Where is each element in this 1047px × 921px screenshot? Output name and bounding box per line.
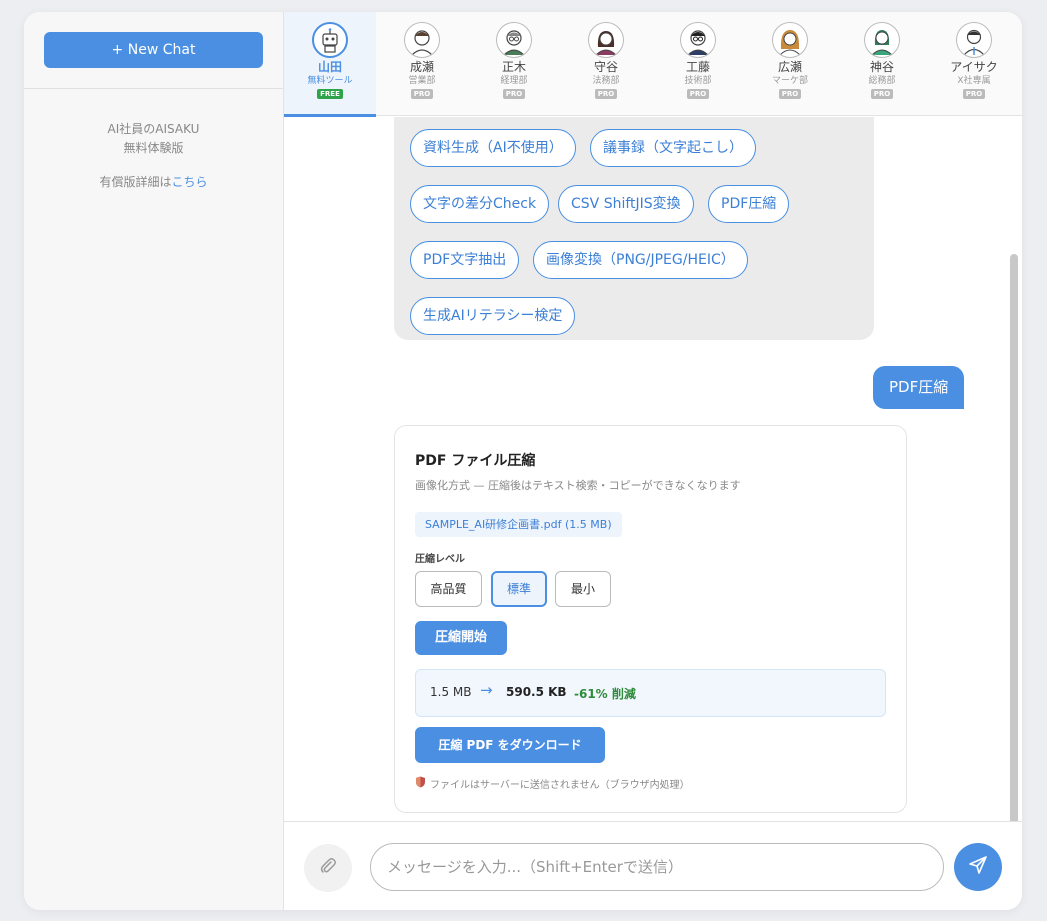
chat-area: 資料生成（AI不使用） 議事録（文字起こし） 文字の差分Check CSV Sh… — [284, 117, 1022, 821]
tab-agent-6[interactable]: 神谷 総務部 PRO — [836, 12, 928, 116]
tab-name: 正木 — [501, 60, 526, 74]
card-subtitle: 画像化方式 — 圧縮後はテキスト検索・コピーができなくなります — [415, 479, 741, 492]
tool-chip[interactable]: 議事録（文字起こし） — [590, 129, 756, 167]
product-name: AI社員のAISAKU — [107, 122, 200, 136]
send-button[interactable] — [954, 843, 1002, 891]
composer — [284, 821, 1022, 910]
tab-name: 神谷 — [869, 60, 894, 74]
pdf-compress-card: PDF ファイル圧縮 画像化方式 — 圧縮後はテキスト検索・コピーができなくなり… — [394, 425, 907, 813]
tab-badge: PRO — [594, 89, 618, 99]
tab-dept: X社専属 — [957, 76, 991, 86]
tool-chip[interactable]: PDF文字抽出 — [410, 241, 520, 279]
main-panel: 山田 無料ツール FREE 成瀬 営業部 PRO 正木 経理部 PRO 守谷 法… — [284, 12, 1022, 910]
tool-chip[interactable]: 画像変換（PNG/JPEG/HEIC） — [533, 241, 748, 279]
product-info: AI社員のAISAKU 無料体験版 — [24, 120, 283, 158]
shield-icon — [415, 776, 426, 791]
tab-dept: マーケ部 — [771, 76, 808, 86]
tab-agent-4[interactable]: 工藤 技術部 PRO — [652, 12, 744, 116]
tab-agent-3[interactable]: 守谷 法務部 PRO — [560, 12, 652, 116]
bot-message: 資料生成（AI不使用） 議事録（文字起こし） 文字の差分Check CSV Sh… — [394, 117, 874, 340]
compression-result: 1.5 MB → 590.5 KB -61% 削減 — [415, 669, 886, 717]
tab-dept: 総務部 — [868, 76, 896, 86]
tab-dept: 無料ツール — [307, 76, 353, 86]
start-compress-button[interactable]: 圧縮開始 — [415, 621, 507, 655]
tab-dept: 法務部 — [592, 76, 620, 86]
chat-scrollbar[interactable] — [1010, 254, 1018, 830]
level-high-quality-button[interactable]: 高品質 — [415, 571, 482, 607]
tab-badge: FREE — [317, 89, 343, 99]
card-title: PDF ファイル圧縮 — [415, 453, 536, 469]
level-label: 圧縮レベル — [415, 554, 465, 565]
person-avatar-icon — [680, 22, 716, 58]
tab-agent-7[interactable]: アイサク X社専属 PRO — [928, 12, 1020, 116]
tab-agent-2[interactable]: 正木 経理部 PRO — [468, 12, 560, 116]
tab-name: 成瀬 — [409, 60, 434, 74]
tab-agent-1[interactable]: 成瀬 営業部 PRO — [376, 12, 468, 116]
tab-name: 広瀬 — [777, 60, 802, 74]
tool-chip[interactable]: PDF圧縮 — [708, 185, 790, 223]
file-chip: SAMPLE_AI研修企画書.pdf (1.5 MB) — [415, 512, 622, 537]
person-avatar-icon — [496, 22, 532, 58]
tab-badge: PRO — [962, 89, 986, 99]
tab-badge: PRO — [778, 89, 802, 99]
level-standard-button[interactable]: 標準 — [491, 571, 547, 607]
sidebar-divider — [24, 88, 283, 89]
reduction-percent: -61% 削減 — [574, 687, 636, 701]
privacy-notice-text: ファイルはサーバーに送信されません（ブラウザ内処理） — [430, 780, 690, 791]
tab-dept: 技術部 — [684, 76, 712, 86]
send-icon — [968, 855, 988, 879]
new-chat-button[interactable]: + New Chat — [44, 32, 263, 68]
robot-avatar-icon — [312, 22, 348, 58]
tab-dept: 営業部 — [408, 76, 436, 86]
download-button[interactable]: 圧縮 PDF をダウンロード — [415, 727, 605, 763]
tab-dept: 経理部 — [500, 76, 528, 86]
person-avatar-icon — [588, 22, 624, 58]
sidebar: + New Chat AI社員のAISAKU 無料体験版 有償版詳細はこちら — [24, 12, 284, 910]
product-edition: 無料体験版 — [123, 141, 184, 155]
privacy-notice: ファイルはサーバーに送信されません（ブラウザ内処理） — [415, 776, 690, 791]
tool-chip[interactable]: 生成AIリテラシー検定 — [410, 297, 576, 335]
agent-tabs: 山田 無料ツール FREE 成瀬 営業部 PRO 正木 経理部 PRO 守谷 法… — [284, 12, 1022, 117]
tool-chip[interactable]: 文字の差分Check — [410, 185, 550, 223]
tab-name: 工藤 — [685, 60, 710, 74]
tab-agent-0[interactable]: 山田 無料ツール FREE — [284, 12, 376, 117]
person-avatar-icon — [864, 22, 900, 58]
person-avatar-icon — [404, 22, 440, 58]
tab-badge: PRO — [870, 89, 894, 99]
paid-version-text: 有償版詳細は — [99, 175, 172, 189]
tab-name: アイサク — [950, 60, 998, 74]
level-minimum-button[interactable]: 最小 — [555, 571, 611, 607]
paid-version-info: 有償版詳細はこちら — [24, 173, 283, 190]
tab-name: 山田 — [317, 60, 342, 74]
paperclip-icon — [318, 856, 338, 880]
size-before: 1.5 MB — [430, 685, 472, 699]
app-window: + New Chat AI社員のAISAKU 無料体験版 有償版詳細はこちら 山… — [24, 12, 1022, 910]
message-input[interactable] — [370, 843, 944, 891]
attach-button[interactable] — [304, 844, 352, 892]
tool-chip[interactable]: CSV ShiftJIS変換 — [558, 185, 694, 223]
tab-agent-5[interactable]: 広瀬 マーケ部 PRO — [744, 12, 836, 116]
tool-chip[interactable]: 資料生成（AI不使用） — [410, 129, 576, 167]
person-avatar-icon — [772, 22, 808, 58]
paid-version-link[interactable]: こちら — [172, 175, 208, 189]
user-message: PDF圧縮 — [873, 366, 965, 409]
tab-badge: PRO — [502, 89, 526, 99]
tab-badge: PRO — [686, 89, 710, 99]
tab-badge: PRO — [410, 89, 434, 99]
tab-name: 守谷 — [593, 60, 618, 74]
person-avatar-icon — [956, 22, 992, 58]
size-after: 590.5 KB — [506, 685, 567, 699]
arrow-right-icon: → — [480, 681, 493, 699]
